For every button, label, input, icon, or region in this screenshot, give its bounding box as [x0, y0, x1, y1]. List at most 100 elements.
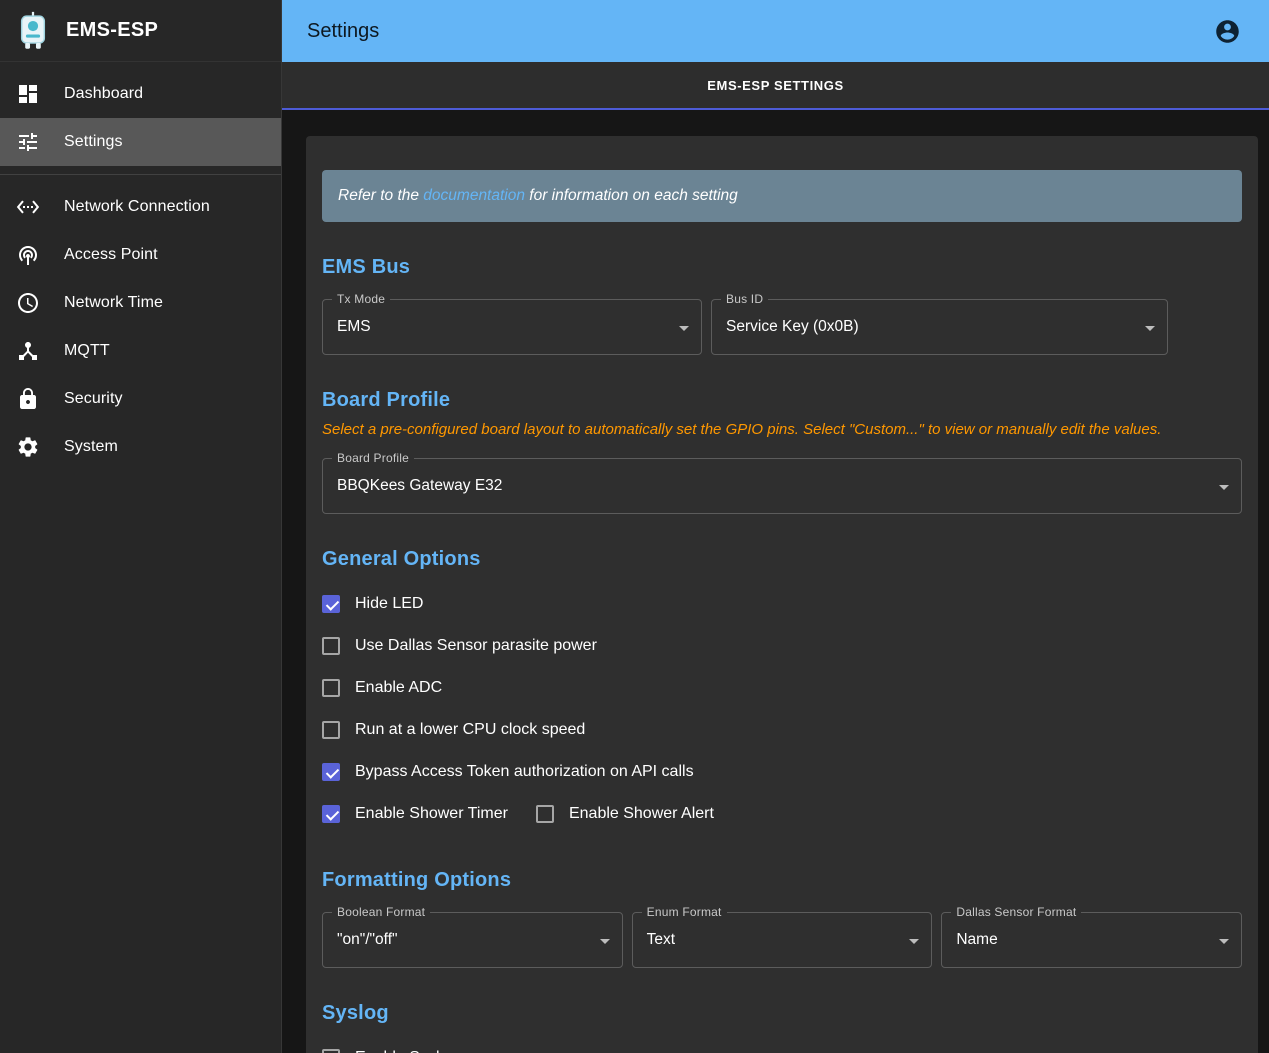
tx-mode-label: Tx Mode [332, 292, 390, 306]
sidebar-item-network-time[interactable]: Network Time [0, 279, 281, 327]
app-title: EMS-ESP [66, 19, 158, 42]
lock-icon [16, 387, 40, 411]
dashboard-icon [16, 82, 40, 106]
hide-led-checkbox[interactable] [322, 595, 340, 613]
checkbox-row-hide-led[interactable]: Hide LED [322, 583, 1242, 625]
bypass-token-checkbox[interactable] [322, 763, 340, 781]
tabbar: EMS-ESP SETTINGS [282, 62, 1269, 110]
checkbox-row-bypass-token[interactable]: Bypass Access Token authorization on API… [322, 751, 1242, 793]
ethernet-icon [16, 195, 40, 219]
enum-format-select[interactable]: Enum Format Text [632, 912, 933, 968]
checkbox-label: Enable Shower Timer [355, 805, 508, 823]
settings-card: Refer to the documentation for informati… [306, 136, 1258, 1053]
sidebar-item-system[interactable]: System [0, 423, 281, 471]
shower-alert-checkbox[interactable] [536, 805, 554, 823]
section-title-board-profile: Board Profile [322, 389, 1242, 412]
sidebar: EMS-ESP Dashboard Settings Network [0, 0, 282, 1053]
board-profile-select[interactable]: Board Profile BBQKees Gateway E32 [322, 458, 1242, 514]
checkbox-label: Enable ADC [355, 679, 442, 697]
enable-syslog-checkbox[interactable] [322, 1049, 340, 1053]
dallas-sensor-format-label: Dallas Sensor Format [951, 905, 1081, 919]
sidebar-item-network-connection[interactable]: Network Connection [0, 183, 281, 231]
boolean-format-select[interactable]: Boolean Format "on"/"off" [322, 912, 623, 968]
checkbox-label: Hide LED [355, 595, 423, 613]
tune-icon [16, 130, 40, 154]
board-profile-value: BBQKees Gateway E32 [323, 459, 1241, 513]
checkbox-row-shower-timer[interactable]: Enable Shower Timer [322, 793, 508, 835]
bus-id-label: Bus ID [721, 292, 768, 306]
checkbox-label: Use Dallas Sensor parasite power [355, 637, 597, 655]
account-button[interactable] [1205, 9, 1249, 53]
section-title-ems-bus: EMS Bus [322, 256, 1242, 279]
tab-label: EMS-ESP SETTINGS [707, 78, 844, 93]
tab-ems-esp-settings[interactable]: EMS-ESP SETTINGS [282, 62, 1269, 110]
sidebar-divider [0, 174, 281, 175]
boolean-format-label: Boolean Format [332, 905, 430, 919]
sidebar-item-dashboard[interactable]: Dashboard [0, 70, 281, 118]
app-root: EMS-ESP Dashboard Settings Network [0, 0, 1269, 1053]
info-banner: Refer to the documentation for informati… [322, 170, 1242, 222]
section-title-formatting-options: Formatting Options [322, 869, 1242, 892]
gear-icon [16, 435, 40, 459]
banner-text-after: for information on each setting [525, 187, 738, 204]
sidebar-item-settings[interactable]: Settings [0, 118, 281, 166]
boolean-format-value: "on"/"off" [323, 913, 622, 967]
general-options-list: Hide LED Use Dallas Sensor parasite powe… [322, 583, 1242, 835]
checkbox-row-shower-alert[interactable]: Enable Shower Alert [536, 793, 714, 835]
formatting-fields: Boolean Format "on"/"off" Enum Format Te… [322, 912, 1242, 968]
checkbox-row-cpu-clock[interactable]: Run at a lower CPU clock speed [322, 709, 1242, 751]
board-profile-helper: Select a pre-configured board layout to … [322, 421, 1242, 438]
sidebar-item-label: Network Connection [64, 198, 210, 216]
bus-id-select[interactable]: Bus ID Service Key (0x0B) [711, 299, 1168, 355]
checkbox-label: Enable Syslog [355, 1049, 457, 1053]
sidebar-item-label: MQTT [64, 342, 110, 360]
shower-options-row: Enable Shower Timer Enable Shower Alert [322, 793, 1242, 835]
chevron-down-icon [1219, 939, 1229, 944]
dallas-parasite-checkbox[interactable] [322, 637, 340, 655]
checkbox-label: Enable Shower Alert [569, 805, 714, 823]
syslog-options-list: Enable Syslog [322, 1037, 1242, 1053]
tx-mode-select[interactable]: Tx Mode EMS [322, 299, 702, 355]
checkbox-row-enable-syslog[interactable]: Enable Syslog [322, 1037, 1242, 1053]
checkbox-row-enable-adc[interactable]: Enable ADC [322, 667, 1242, 709]
wifi-tethering-icon [16, 243, 40, 267]
main-area: Settings EMS-ESP SETTINGS Refer to the d… [282, 0, 1269, 1053]
sidebar-item-label: Dashboard [64, 85, 143, 103]
enum-format-label: Enum Format [642, 905, 727, 919]
sidebar-item-label: Security [64, 390, 123, 408]
appbar: Settings [282, 0, 1269, 62]
bus-id-value: Service Key (0x0B) [712, 300, 1167, 354]
clock-icon [16, 291, 40, 315]
sidebar-nav: Dashboard Settings Network Connection [0, 62, 281, 479]
enable-adc-checkbox[interactable] [322, 679, 340, 697]
checkbox-label: Bypass Access Token authorization on API… [355, 763, 694, 781]
sidebar-item-label: System [64, 438, 118, 456]
sidebar-item-label: Settings [64, 133, 123, 151]
sidebar-item-label: Access Point [64, 246, 158, 264]
cpu-clock-checkbox[interactable] [322, 721, 340, 739]
account-circle-icon [1214, 18, 1241, 45]
sidebar-item-label: Network Time [64, 294, 163, 312]
enum-format-value: Text [633, 913, 932, 967]
content-area: Refer to the documentation for informati… [282, 110, 1269, 1053]
chevron-down-icon [1145, 326, 1155, 331]
section-title-syslog: Syslog [322, 1002, 1242, 1025]
checkbox-row-dallas-parasite[interactable]: Use Dallas Sensor parasite power [322, 625, 1242, 667]
dallas-sensor-format-select[interactable]: Dallas Sensor Format Name [941, 912, 1242, 968]
board-profile-label: Board Profile [332, 451, 414, 465]
sidebar-item-access-point[interactable]: Access Point [0, 231, 281, 279]
chevron-down-icon [600, 939, 610, 944]
chevron-down-icon [909, 939, 919, 944]
tx-mode-value: EMS [323, 300, 701, 354]
checkbox-label: Run at a lower CPU clock speed [355, 721, 585, 739]
sidebar-item-security[interactable]: Security [0, 375, 281, 423]
shower-timer-checkbox[interactable] [322, 805, 340, 823]
dallas-sensor-format-value: Name [942, 913, 1241, 967]
section-title-general-options: General Options [322, 548, 1242, 571]
sidebar-item-mqtt[interactable]: MQTT [0, 327, 281, 375]
banner-text-before: Refer to the [338, 187, 423, 204]
sidebar-header: EMS-ESP [0, 0, 281, 62]
ems-bus-fields: Tx Mode EMS Bus ID Service Key (0x0B) [322, 299, 1242, 355]
documentation-link[interactable]: documentation [423, 187, 525, 204]
device-hub-icon [16, 339, 40, 363]
